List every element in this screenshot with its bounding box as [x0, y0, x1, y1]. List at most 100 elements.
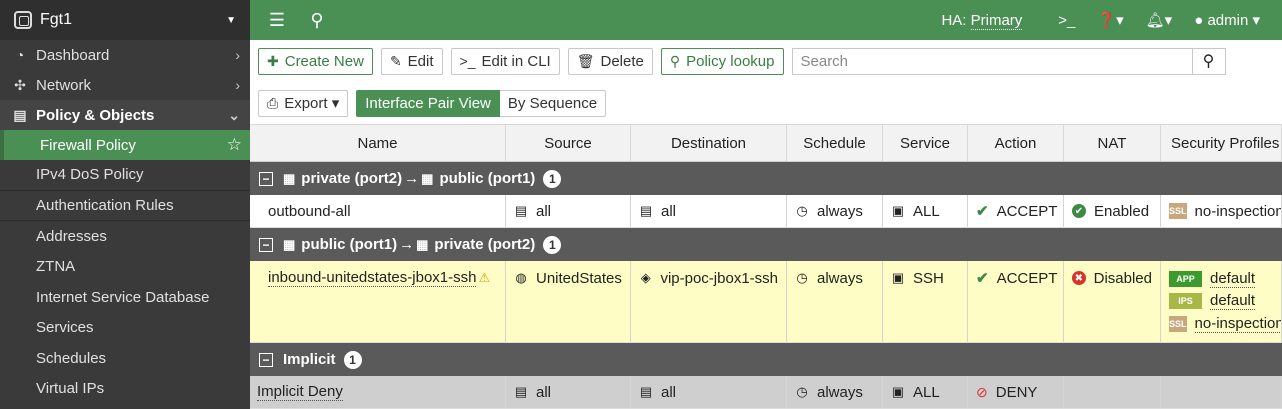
search-icon[interactable]: ⚲: [304, 10, 330, 31]
button-label: Policy lookup: [686, 52, 775, 70]
export-button[interactable]: ⎙ Export ▾: [258, 89, 349, 117]
ssl-badge: SSL: [1169, 203, 1187, 219]
cell-security-profiles: APP default IPS default SSL no-inspection: [1161, 261, 1282, 342]
service-icon: ▣: [891, 384, 905, 399]
source-value: all: [536, 383, 552, 401]
profile-value[interactable]: default: [1210, 292, 1256, 311]
pencil-icon: ✎: [389, 52, 402, 69]
sidebar-item-ipv4-dos-policy[interactable]: IPv4 DoS Policy: [0, 160, 250, 191]
policy-icon: ▤: [13, 106, 27, 123]
sidebar-item-schedules[interactable]: Schedules: [0, 343, 250, 374]
group-row[interactable]: − ▦ public (port1) → ▦ private (port2) 1: [250, 228, 1282, 261]
by-sequence-button[interactable]: By Sequence: [499, 89, 607, 117]
sidebar-item-services[interactable]: Services: [0, 313, 250, 344]
cell-action: ⊘ DENY: [968, 376, 1064, 408]
destination-value: all: [661, 383, 677, 401]
policy-lookup-button[interactable]: ⚲ Policy lookup: [660, 47, 784, 75]
column-header-security-profiles[interactable]: Security Profiles: [1161, 125, 1282, 161]
interface-icon: ▦: [283, 236, 296, 252]
button-label: Delete: [600, 52, 644, 70]
table-row[interactable]: outbound-all ▤ all ▤ all ◷ always ▣ ALL ✔ ACC…: [250, 195, 1282, 228]
user-menu[interactable]: ● admin ▾: [1194, 11, 1260, 29]
cli-console-icon[interactable]: >_: [1058, 12, 1075, 29]
collapse-icon[interactable]: −: [259, 171, 273, 186]
action-value: ACCEPT: [996, 269, 1058, 287]
device-selector[interactable]: Fgt1 ▼: [0, 0, 250, 40]
table-row[interactable]: Implicit Deny ▤ all ▤ all ◷ always ▣ ALL ⊘ DE…: [250, 376, 1282, 409]
help-icon[interactable]: ❓▾: [1097, 11, 1123, 29]
column-header-action[interactable]: Action: [968, 125, 1064, 161]
sidebar-item-label: Authentication Rules: [36, 196, 174, 214]
chevron-right-icon: ›: [235, 77, 240, 93]
star-icon[interactable]: ☆: [227, 135, 242, 155]
address-icon: ▤: [639, 384, 653, 399]
notifications-icon[interactable]: 🔔︎▾: [1146, 11, 1173, 29]
column-header-nat[interactable]: NAT: [1064, 125, 1161, 161]
search-button[interactable]: ⚲: [1191, 47, 1226, 75]
sidebar-item-label: Internet Service Database: [36, 288, 210, 306]
column-header-source[interactable]: Source: [506, 125, 631, 161]
column-header-service[interactable]: Service: [883, 125, 968, 161]
top-bar: ☰ ⚲ HA: Primary >_ ❓▾ 🔔︎▾ ● admin ▾: [250, 0, 1282, 40]
schedule-icon: ◷: [796, 203, 808, 218]
sidebar-item-internet-service-database[interactable]: Internet Service Database: [0, 282, 250, 313]
address-icon: ▤: [514, 203, 528, 218]
search-input[interactable]: [791, 47, 1192, 75]
check-icon: ✔: [976, 203, 989, 220]
group-row[interactable]: − ▦ private (port2) → ▦ public (port1) 1: [250, 162, 1282, 195]
policy-name[interactable]: inbound-unitedstates-jbox1-ssh: [268, 269, 477, 287]
create-new-button[interactable]: ✚ Create New: [258, 47, 373, 75]
table-row[interactable]: inbound-unitedstates-jbox1-ssh ⚠ ◍ UnitedS…: [250, 261, 1282, 343]
ha-value: Primary: [970, 11, 1023, 30]
cell-source: ▤ all: [506, 376, 631, 408]
address-icon: ▤: [514, 384, 528, 399]
group-to: private (port2): [434, 236, 536, 253]
group-from: private (port2): [301, 170, 403, 187]
sidebar-item-dashboard[interactable]: ◔ Dashboard ›: [0, 40, 250, 70]
button-label: Edit in CLI: [481, 52, 551, 70]
sidebar-item-virtual-ips[interactable]: Virtual IPs: [0, 374, 250, 405]
caret-down-icon: ▾: [331, 95, 340, 112]
group-row[interactable]: − Implicit 1: [250, 343, 1282, 376]
edit-in-cli-button[interactable]: >_ Edit in CLI: [450, 47, 560, 75]
collapse-icon[interactable]: −: [259, 352, 273, 367]
trash-icon: 🗑︎: [576, 52, 595, 69]
sidebar-item-addresses[interactable]: Addresses: [0, 221, 250, 252]
interface-pair-view-button[interactable]: Interface Pair View: [356, 89, 500, 117]
policy-name[interactable]: Implicit Deny: [257, 383, 343, 401]
column-header-schedule[interactable]: Schedule: [787, 125, 883, 161]
service-icon: ▣: [891, 203, 905, 218]
column-header-destination[interactable]: Destination: [631, 125, 787, 161]
vip-icon: ◈: [640, 270, 651, 285]
cell-nat: ✖ Disabled: [1064, 261, 1161, 342]
column-header-name[interactable]: Name: [250, 125, 506, 161]
profile-value[interactable]: no-inspection: [1195, 203, 1281, 220]
warning-icon[interactable]: ⚠: [478, 270, 490, 286]
policy-name[interactable]: outbound-all: [268, 203, 351, 220]
profile-value[interactable]: default: [1210, 270, 1256, 289]
sidebar-item-policy-objects[interactable]: ▤ Policy & Objects ⌄: [0, 100, 250, 130]
sidebar-item-label: Virtual IPs: [36, 380, 105, 398]
sidebar: Fgt1 ▼ ◔ Dashboard › ✣ Network › ▤ Polic…: [0, 0, 250, 409]
nat-value: Enabled: [1094, 202, 1150, 220]
cell-service: ▣ SSH: [883, 261, 968, 342]
delete-button[interactable]: 🗑︎ Delete: [567, 47, 653, 75]
edit-button[interactable]: ✎ Edit: [380, 47, 443, 75]
user-name: admin: [1207, 12, 1249, 29]
sidebar-item-firewall-policy[interactable]: Firewall Policy ☆: [0, 130, 250, 160]
collapse-icon[interactable]: −: [259, 237, 273, 252]
profile-value[interactable]: no-inspection: [1194, 315, 1281, 333]
menu-icon[interactable]: ☰: [264, 10, 290, 31]
sidebar-item-network[interactable]: ✣ Network ›: [0, 70, 250, 100]
button-label: Interface Pair View: [365, 94, 491, 112]
sidebar-item-authentication-rules[interactable]: Authentication Rules: [0, 191, 250, 221]
globe-icon: ◍: [515, 270, 527, 285]
sidebar-item-ztna[interactable]: ZTNA: [0, 252, 250, 283]
button-label: Create New: [284, 52, 364, 70]
ha-status[interactable]: HA: Primary: [941, 11, 1023, 30]
ssl-badge: SSL: [1169, 315, 1187, 332]
schedule-value: always: [817, 269, 863, 287]
cell-destination: ▤ all: [631, 195, 787, 227]
policy-table: Name Source Destination Schedule Service…: [250, 124, 1282, 409]
source-value: all: [536, 202, 552, 220]
